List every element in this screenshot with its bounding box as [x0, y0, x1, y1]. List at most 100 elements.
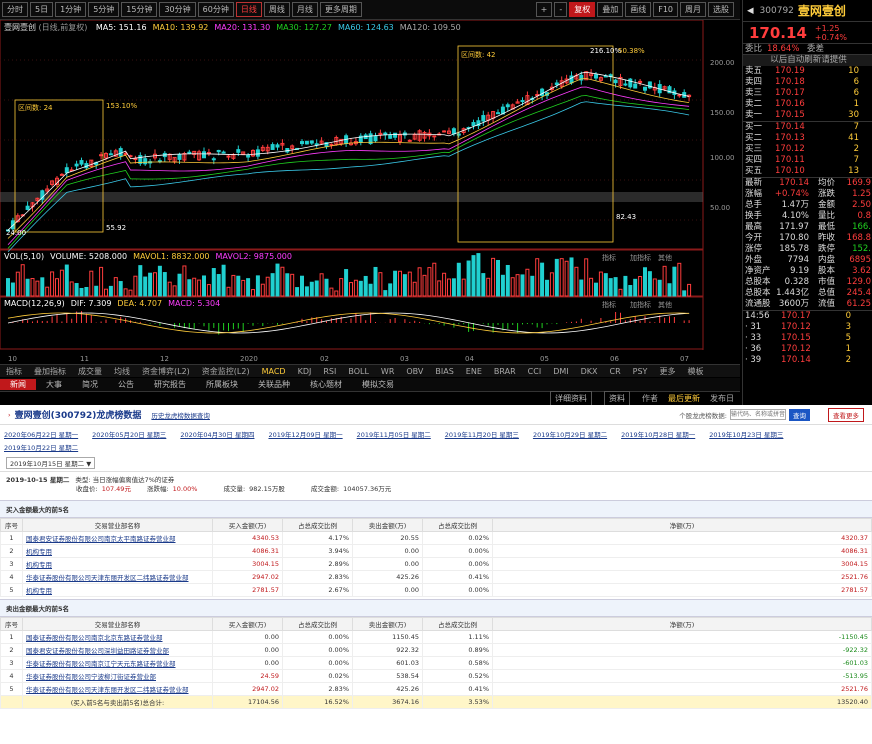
indicator-tab-19[interactable]: PSY — [627, 367, 654, 376]
table-header: 卖出金额(万) — [352, 617, 423, 631]
candle-body — [246, 154, 251, 158]
period-button-9[interactable]: 月线 — [291, 2, 318, 17]
table-cell: 4 — [0, 570, 23, 584]
period-button-1[interactable]: 5日 — [30, 2, 54, 17]
chart-canvas[interactable]: 200.00 150.00 100.00 50.00 10 11 12 2020 02 03 04 0… — [0, 20, 740, 364]
period-button-6[interactable]: 60分钟 — [197, 2, 234, 17]
indicator-tab-21[interactable]: 模板 — [681, 366, 709, 377]
tool-button-2[interactable]: 复权 — [569, 2, 596, 17]
last-update-label[interactable]: 最后更新 — [668, 393, 700, 404]
indicator-tab-17[interactable]: DKX — [575, 367, 604, 376]
date-link[interactable]: 2019年11月05日 星期二 — [357, 429, 431, 439]
f10-tab-5[interactable]: 所属板块 — [196, 379, 248, 390]
indicator-tab-10[interactable]: WR — [375, 367, 400, 376]
f10-tab-2[interactable]: 简况 — [72, 379, 108, 390]
indicator-tab-12[interactable]: BIAS — [429, 367, 459, 376]
indicator-tab-20[interactable]: 更多 — [653, 366, 681, 377]
indicator-tab-18[interactable]: CR — [604, 367, 627, 376]
date-link[interactable]: 2019年10月28日 星期一 — [621, 429, 695, 439]
indicator-tab-4[interactable]: 资金博弈(L2) — [136, 366, 196, 377]
subchart-button[interactable]: 其他 — [658, 300, 672, 309]
indicator-tab-11[interactable]: OBV — [400, 367, 429, 376]
branch-name[interactable]: 国泰证券股份有限公司南京北京东路证券营业部 — [22, 630, 213, 644]
tool-button-6[interactable]: 周月 — [680, 2, 706, 17]
branch-name[interactable]: 机构专用 — [22, 557, 213, 571]
subchart-button[interactable]: 指标 — [602, 300, 616, 309]
date-link[interactable]: 2019年10月29日 星期二 — [533, 429, 607, 439]
date-link[interactable]: 2019年11月20日 星期三 — [445, 429, 519, 439]
book-price: 170.18 — [775, 77, 805, 87]
indicator-tab-6[interactable]: MACD — [256, 367, 292, 376]
branch-name[interactable]: 国泰君安证券股份有限公司深圳益田路证券营业部 — [22, 643, 213, 657]
indicator-tab-16[interactable]: DMI — [547, 367, 574, 376]
detail-button[interactable]: 详细资料 — [550, 391, 592, 406]
period-button-5[interactable]: 30分钟 — [159, 2, 196, 17]
period-button-8[interactable]: 周线 — [263, 2, 290, 17]
search-button[interactable]: 查询 — [789, 408, 810, 421]
subchart-button[interactable]: 其他 — [658, 253, 672, 262]
indicator-tab-8[interactable]: RSI — [317, 367, 342, 376]
table-row: 5 华泰证券股份有限公司天津东丽开发区二纬路证券营业部 2947.02 2.83% 42… — [0, 682, 872, 696]
date-link[interactable]: 2019年12月09日 星期一 — [268, 429, 342, 439]
time-axis-label: 11 — [80, 355, 89, 363]
tool-button-5[interactable]: F10 — [653, 2, 678, 17]
date-link[interactable]: 2019年10月23日 星期三 — [709, 429, 783, 439]
indicator-tab-3[interactable]: 均线 — [108, 366, 136, 377]
tool-button-4[interactable]: 画线 — [625, 2, 652, 17]
indicator-tab-15[interactable]: CCI — [522, 367, 548, 376]
history-link[interactable]: 历史龙虎榜数据查询 — [151, 410, 210, 420]
kline-chart[interactable]: 200.00 150.00 100.00 50.00 10 11 12 2020 02 03 04 0… — [0, 20, 740, 364]
candle-body — [481, 115, 486, 122]
indicator-tab-7[interactable]: KDJ — [292, 367, 318, 376]
indicator-tab-13[interactable]: ENE — [460, 367, 488, 376]
period-button-4[interactable]: 15分钟 — [121, 2, 158, 17]
date-link[interactable]: 2020年05月20日 星期三 — [92, 429, 166, 439]
date-select[interactable]: 2019年10月15日 星期二 ▼ — [6, 457, 96, 469]
period-button-2[interactable]: 1分钟 — [55, 2, 87, 17]
tool-button-3[interactable]: 叠加 — [597, 2, 624, 17]
f10-tab-8[interactable]: 模拟交易 — [352, 379, 404, 390]
date-link[interactable]: 2020年04月30日 星期四 — [180, 429, 254, 439]
branch-name[interactable]: 机构专用 — [22, 583, 213, 597]
indicator-tab-5[interactable]: 资金监控(L2) — [196, 366, 256, 377]
indicator-tab-14[interactable]: BRAR — [488, 367, 522, 376]
f10-tab-1[interactable]: 大事 — [36, 379, 72, 390]
branch-name[interactable]: 华泰证券股份有限公司宁波柳汀街证券营业部 — [22, 669, 213, 683]
f10-tab-3[interactable]: 公告 — [108, 379, 144, 390]
tool-button-7[interactable]: 选股 — [708, 2, 734, 17]
date-link[interactable]: 2020年06月22日 星期一 — [4, 429, 78, 439]
subchart-button[interactable]: 指标 — [602, 253, 616, 262]
f10-tab-0[interactable]: 新闻 — [0, 379, 36, 390]
period-button-10[interactable]: 更多周期 — [319, 2, 362, 17]
stat-label: 流值 — [817, 299, 835, 309]
material-button[interactable]: 资料 — [604, 391, 630, 406]
f10-tab-4[interactable]: 研究报告 — [144, 379, 196, 390]
f10-tab-7[interactable]: 核心题材 — [300, 379, 352, 390]
indicator-tab-9[interactable]: BOLL — [342, 367, 375, 376]
tool-button-0[interactable]: + — [535, 2, 553, 17]
f10-tab-6[interactable]: 关联品种 — [248, 379, 300, 390]
tool-button-1[interactable]: - — [554, 2, 568, 17]
period-button-7[interactable]: 日线 — [235, 2, 262, 17]
volume-bar — [466, 260, 471, 297]
indicator-tab-2[interactable]: 成交量 — [72, 366, 108, 377]
search-input[interactable] — [730, 409, 786, 420]
table-cell: 2.83% — [282, 570, 353, 584]
volume-bar — [368, 283, 373, 297]
period-button-3[interactable]: 5分钟 — [88, 2, 120, 17]
refresh-tip[interactable]: 以后自动刷新请提供 — [743, 55, 872, 66]
period-button-0[interactable]: 分时 — [2, 2, 28, 17]
branch-name[interactable]: 国泰君安证券股份有限公司南京太平南路证券营业部 — [22, 531, 213, 545]
indicator-tab-1[interactable]: 叠加指标 — [28, 366, 72, 377]
subchart-button[interactable]: 加指标 — [630, 300, 651, 309]
subchart-button[interactable]: 加指标 — [630, 253, 651, 262]
table-cell: 0.41% — [422, 570, 493, 584]
indicator-tab-0[interactable]: 指标 — [0, 366, 28, 377]
branch-name[interactable]: 华泰证券股份有限公司南京江宁天元东路证券营业部 — [22, 656, 213, 670]
branch-name[interactable]: 机构专用 — [22, 544, 213, 558]
back-arrow-icon[interactable]: ◀ — [747, 6, 754, 16]
date-link[interactable]: 2019年10月22日 星期二 — [4, 442, 78, 452]
view-more-button[interactable]: 查看更多 — [828, 407, 864, 422]
branch-name[interactable]: 华泰证券股份有限公司天津东丽开发区二纬路证券营业部 — [22, 570, 213, 584]
branch-name[interactable]: 华泰证券股份有限公司天津东丽开发区二纬路证券营业部 — [22, 682, 213, 696]
